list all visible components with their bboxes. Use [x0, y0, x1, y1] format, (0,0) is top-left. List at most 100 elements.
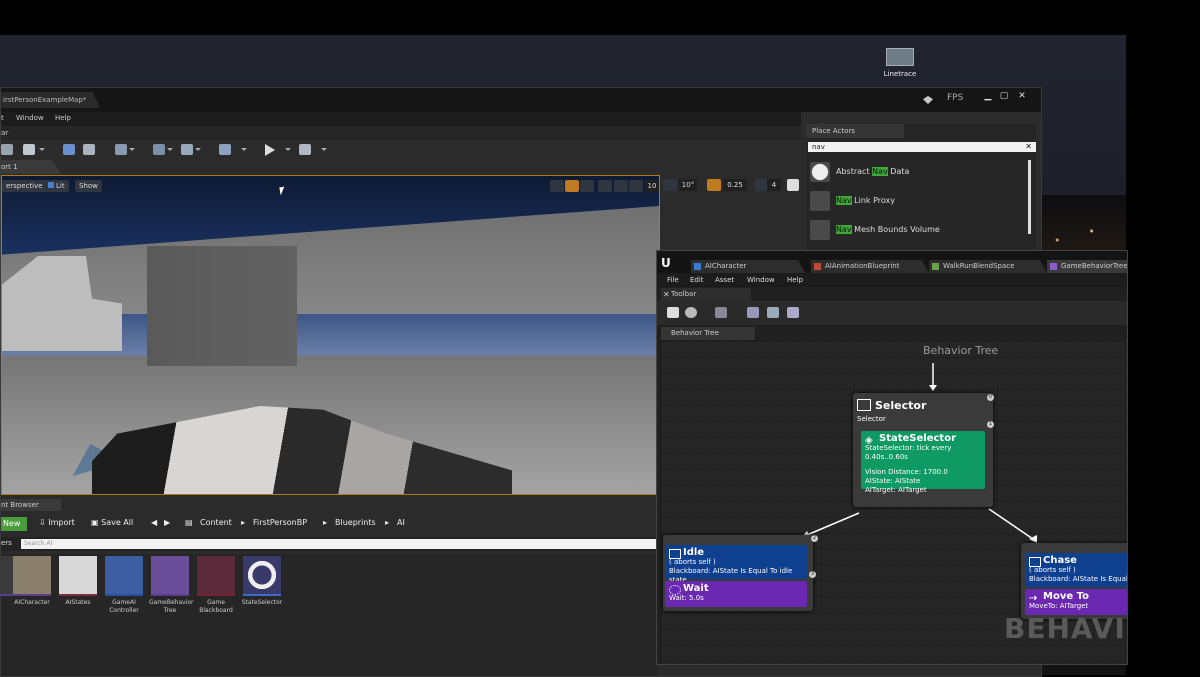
idle-sequence-node[interactable]: 2 3 Idle ( aborts self ) Blackboard: AIS… [663, 535, 818, 611]
tab-aianimationblueprint[interactable]: AIAnimationBlueprint [811, 260, 929, 273]
chase-sequence-node[interactable]: Chase ( aborts self ) Blackboard: AIStat… [1021, 543, 1127, 619]
surface-snap-icon[interactable] [614, 180, 628, 192]
toolbar-tab[interactable]: ✕ Toolbar [661, 288, 751, 301]
actor-list-item[interactable]: Nav Mesh Bounds Volume [808, 218, 1028, 242]
scale-icon[interactable] [580, 180, 594, 192]
filters-button[interactable]: ers [1, 539, 12, 547]
menu-window[interactable]: Window [16, 114, 44, 122]
show-button[interactable]: Show [75, 180, 102, 192]
clear-search-icon[interactable]: ✕ [1025, 142, 1032, 152]
breadcrumb-firstpersonbp[interactable]: FirstPersonBP [253, 518, 307, 527]
tab-gamebehaviortree[interactable]: GameBehaviorTree [1047, 260, 1127, 273]
breadcrumb-blueprints[interactable]: Blueprints [335, 518, 376, 527]
chevron-down-icon[interactable] [241, 148, 247, 151]
fps-label[interactable]: FPS [947, 93, 963, 103]
cinematics-icon[interactable] [153, 144, 165, 155]
maximize-viewport-icon[interactable] [787, 179, 799, 191]
world-space-icon[interactable] [598, 180, 612, 192]
task-wait[interactable]: Wait Wait: 5.0s [665, 581, 807, 607]
grid-snap-icon[interactable] [629, 180, 643, 192]
launch-icon[interactable] [299, 144, 311, 155]
grid-size-value[interactable]: 10 [645, 180, 659, 192]
asset-search-input[interactable]: Search AI [21, 539, 660, 549]
import-button[interactable]: ⇩ Import [39, 518, 75, 527]
marketplace-icon[interactable] [83, 144, 95, 155]
asset-tile[interactable]: Game Blackboard [195, 556, 237, 615]
breadcrumb-ai[interactable]: AI [397, 518, 405, 527]
map-tab[interactable]: irstPersonExampleMap* [1, 92, 101, 108]
content-icon[interactable] [63, 144, 75, 155]
actor-list-item[interactable]: Abstract Nav Data [808, 160, 1028, 184]
save-all-button[interactable]: ▣ Save All [91, 518, 133, 527]
chevron-down-icon[interactable] [195, 148, 201, 151]
root-node-label[interactable]: Behavior Tree [923, 344, 998, 357]
blackboard-icon[interactable] [715, 307, 727, 318]
anim-blueprint-icon [814, 263, 821, 270]
save-icon[interactable] [667, 307, 679, 318]
menu-help[interactable]: Help [55, 114, 71, 122]
actor-list-item[interactable]: Nav Link Proxy [808, 189, 1028, 213]
blueprints-icon[interactable] [115, 144, 127, 155]
asset-tile[interactable]: StateSelector [241, 556, 283, 607]
camera-speed-value[interactable]: 4 [767, 179, 781, 191]
find-icon[interactable] [685, 307, 697, 318]
close-icon[interactable]: ✕ [663, 288, 670, 301]
minimize-icon[interactable]: ▁ [981, 91, 995, 101]
tab-aicharacter[interactable]: AICharacter [691, 260, 805, 273]
forward-icon[interactable]: ▶ [164, 518, 170, 527]
menu-item[interactable]: t [1, 114, 4, 122]
translate-icon[interactable] [550, 180, 564, 192]
compile-icon[interactable] [219, 144, 231, 155]
asset-tile[interactable]: GameBehavior Tree [149, 556, 194, 615]
rotate-icon[interactable] [565, 180, 579, 192]
chevron-down-icon[interactable] [321, 148, 327, 151]
lit-button[interactable]: Lit [44, 180, 69, 192]
menu-file[interactable]: File [667, 276, 679, 284]
scale-snap-value[interactable]: 0.25 [723, 179, 747, 191]
desktop-shortcut[interactable]: Linetrace [880, 48, 920, 78]
add-new-button[interactable]: New [1, 517, 27, 531]
service-line: AITarget: AITarget [865, 486, 927, 494]
modes-icon[interactable] [23, 144, 35, 155]
menu-asset[interactable]: Asset [715, 276, 734, 284]
graduation-cap-icon[interactable] [923, 96, 933, 104]
breadcrumb-content[interactable]: Content [200, 518, 232, 527]
asset-tile[interactable]: AIStates [57, 556, 99, 607]
place-actors-search[interactable]: nav ✕ [808, 142, 1036, 152]
place-actors-tab[interactable]: Place Actors [806, 124, 904, 138]
close-icon[interactable]: ✕ [1015, 91, 1029, 101]
maximize-icon[interactable]: ▢ [997, 91, 1011, 101]
toolbar-tab[interactable]: ar [1, 129, 8, 137]
new-service-icon[interactable] [787, 307, 799, 318]
rotation-snap-value[interactable]: 10° [679, 179, 697, 191]
back-icon[interactable]: ◀ [151, 518, 157, 527]
chevron-down-icon[interactable] [39, 148, 45, 151]
scale-snap-icon[interactable] [707, 179, 721, 191]
chevron-down-icon[interactable] [167, 148, 173, 151]
service-state-selector[interactable]: ◈ StateSelector StateSelector: tick every… [861, 431, 985, 494]
menu-window[interactable]: Window [747, 276, 775, 284]
viewport-tab[interactable]: ort 1 [1, 160, 61, 174]
settings-icon[interactable] [1, 144, 13, 155]
selector-node[interactable]: Selector Selector 0 1 ◈ StateSelector Sta… [853, 393, 994, 507]
build-icon[interactable] [181, 144, 193, 155]
level-viewport[interactable]: ◢◣◢◣ erspective Lit Show 10 [1, 175, 660, 495]
play-icon[interactable] [265, 144, 275, 156]
decorator-blackboard[interactable]: Idle ( aborts self ) Blackboard: AIState… [665, 545, 807, 584]
content-browser-tab[interactable]: nt Browser [1, 499, 61, 511]
decorator-blackboard[interactable]: Chase ( aborts self ) Blackboard: AIStat… [1025, 553, 1127, 587]
asset-tile[interactable]: GameAI Controller [103, 556, 145, 615]
tab-walkrunblendspace[interactable]: WalkRunBlendSpace [929, 260, 1047, 273]
graph-tab[interactable]: Behavior Tree [661, 327, 755, 340]
chevron-down-icon[interactable] [285, 148, 291, 151]
menu-help[interactable]: Help [787, 276, 803, 284]
perspective-button[interactable]: erspective [2, 180, 47, 192]
rotation-snap-icon[interactable] [663, 179, 677, 191]
menu-edit[interactable]: Edit [690, 276, 704, 284]
asset-tile[interactable]: AICharacter [11, 556, 53, 607]
folder-icon[interactable]: ▤ [185, 518, 193, 527]
new-decorator-icon[interactable] [767, 307, 779, 318]
scrollbar[interactable] [1028, 160, 1031, 234]
new-task-icon[interactable] [747, 307, 759, 318]
chevron-down-icon[interactable] [129, 148, 135, 151]
